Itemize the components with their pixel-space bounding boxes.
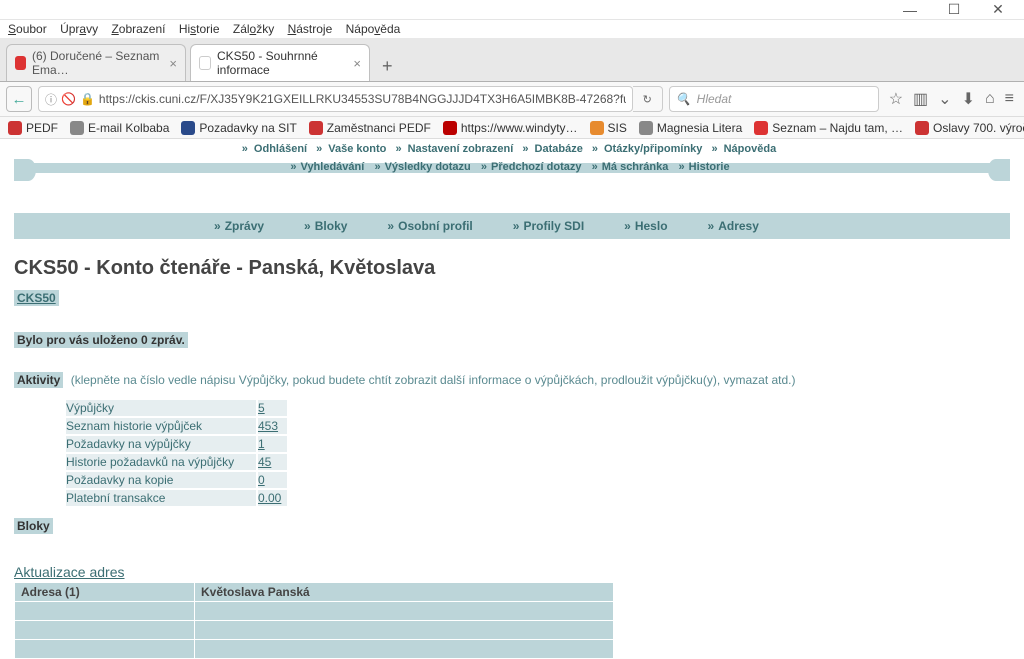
bookmark-item[interactable]: PEDF <box>8 121 58 135</box>
search-placeholder: Hledat <box>697 92 732 106</box>
browser-tab-1[interactable]: (6) Doručené – Seznam Ema… × <box>6 44 186 81</box>
bookmark-item[interactable]: Oslavy 700. výročí nar… <box>915 121 1024 135</box>
activities-table: Výpůjčky5 Seznam historie výpůjček453 Po… <box>64 398 289 508</box>
menu-tools[interactable]: Nástroje <box>288 22 333 36</box>
nav-ribbon: »Vyhledávání »Výsledky dotazu »Předchozí… <box>14 159 1010 183</box>
library-icon[interactable]: ▥ <box>913 89 928 109</box>
section-activities: Aktivity <box>14 372 63 388</box>
addr-value: Květoslava Panská <box>195 583 614 602</box>
favicon-icon <box>15 56 26 70</box>
page-title: CKS50 - Konto čtenáře - Panská, Květosla… <box>14 257 1010 280</box>
home-icon[interactable]: ⌂ <box>985 90 995 108</box>
menu-bookmarks[interactable]: Záložky <box>233 22 274 36</box>
bookmark-item[interactable]: Seznam – Najdu tam, … <box>754 121 903 135</box>
tab-addresses[interactable]: Adresy <box>718 219 759 233</box>
bookmark-item[interactable]: E-mail Kolbaba <box>70 121 169 135</box>
menu-history[interactable]: Historie <box>179 22 220 36</box>
cash-transactions-link[interactable]: 0.00 <box>258 491 281 505</box>
menu-help[interactable]: Nápověda <box>346 22 401 36</box>
window-titlebar: — ☐ ✕ <box>0 0 1024 20</box>
subnav-history[interactable]: Historie <box>689 161 730 173</box>
menu-file[interactable]: SSouboroubor <box>8 22 47 36</box>
tab-blocks[interactable]: Bloky <box>315 219 348 233</box>
page-content: »Odhlášení »Vaše konto »Nastavení zobraz… <box>0 139 1024 659</box>
nav-account[interactable]: Vaše konto <box>328 143 386 155</box>
table-row: Seznam historie výpůjček453 <box>66 418 287 434</box>
bookmark-item[interactable]: Zaměstnanci PEDF <box>309 121 431 135</box>
tab-profile[interactable]: Osobní profil <box>398 219 473 233</box>
info-icon[interactable]: ⓘ <box>45 91 57 108</box>
minimize-button[interactable]: — <box>888 0 932 20</box>
table-row: Výpůjčky5 <box>66 400 287 416</box>
library-code-link[interactable]: CKS50 <box>14 290 59 306</box>
browser-tabstrip: (6) Doručené – Seznam Ema… × CKS50 - Sou… <box>0 38 1024 82</box>
menu-view[interactable]: Zobrazení <box>111 22 165 36</box>
close-button[interactable]: ✕ <box>976 0 1020 20</box>
subnav-mailbox[interactable]: Má schránka <box>602 161 669 173</box>
subnav-search[interactable]: Vyhledávání <box>301 161 365 173</box>
app-menubar: SSouboroubor Úpravy Zobrazení Historie Z… <box>0 20 1024 38</box>
tab-sdi[interactable]: Profily SDI <box>523 219 584 233</box>
searchbox[interactable]: 🔍 Hledat <box>669 86 879 112</box>
menu-icon[interactable]: ≡ <box>1005 90 1014 108</box>
tab-password[interactable]: Heslo <box>635 219 668 233</box>
copy-requests-link[interactable]: 0 <box>258 473 265 487</box>
pocket-icon[interactable]: ⌄ <box>938 89 951 109</box>
nav-display[interactable]: Nastavení zobrazení <box>408 143 514 155</box>
table-row: Platební transakce0.00 <box>66 490 287 506</box>
bookmark-star-icon[interactable]: ☆ <box>889 89 903 109</box>
table-row: Požadavky na výpůjčky1 <box>66 436 287 452</box>
downloads-icon[interactable]: ⬇ <box>962 89 975 109</box>
address-table: Adresa (1)Květoslava Panská E-mail Od30/… <box>14 582 614 659</box>
messages-count: Bylo pro vás uloženo 0 zpráv. <box>14 332 188 348</box>
nav-logout[interactable]: Odhlášení <box>254 143 307 155</box>
reload-button[interactable]: ↻ <box>633 86 663 112</box>
account-tabs: »Zprávy »Bloky »Osobní profil »Profily S… <box>14 213 1010 239</box>
favicon-icon <box>199 56 211 70</box>
section-blocks: Bloky <box>14 518 53 534</box>
url-input[interactable] <box>99 92 626 106</box>
addr-label: Adresa (1) <box>15 583 195 602</box>
nav-help[interactable]: Nápověda <box>724 143 777 155</box>
new-tab-button[interactable]: + <box>374 56 401 81</box>
table-row: Požadavky na kopie0 <box>66 472 287 488</box>
hold-history-link[interactable]: 45 <box>258 455 271 469</box>
nav-database[interactable]: Databáze <box>535 143 583 155</box>
maximize-button[interactable]: ☐ <box>932 0 976 20</box>
bookmark-item[interactable]: Magnesia Litera <box>639 121 742 135</box>
bookmark-item[interactable]: https://www.windyty… <box>443 121 578 135</box>
toolbar: ← ⓘ 🚫 🔒 ↻ 🔍 Hledat ☆ ▥ ⌄ ⬇ ⌂ ≡ <box>0 82 1024 117</box>
tab-title: CKS50 - Souhrnné informace <box>217 49 347 77</box>
hold-requests-link[interactable]: 1 <box>258 437 265 451</box>
permission-icon[interactable]: 🚫 <box>61 92 76 106</box>
subnav-prev[interactable]: Předchozí dotazy <box>491 161 581 173</box>
browser-tab-2[interactable]: CKS50 - Souhrnné informace × <box>190 44 370 81</box>
tab-close-icon[interactable]: × <box>353 56 361 71</box>
nav-feedback[interactable]: Otázky/připomínky <box>604 143 702 155</box>
search-icon: 🔍 <box>676 92 691 106</box>
addressbar[interactable]: ⓘ 🚫 🔒 <box>38 86 633 112</box>
site-topnav: »Odhlášení »Vaše konto »Nastavení zobraz… <box>0 141 1024 157</box>
bookmarks-bar: PEDF E-mail Kolbaba Pozadavky na SIT Zam… <box>0 117 1024 139</box>
menu-edit[interactable]: Úpravy <box>60 22 98 36</box>
subnav-results[interactable]: Výsledky dotazu <box>385 161 471 173</box>
activities-hint: (klepněte na číslo vedle nápisu Výpůjčky… <box>71 373 796 387</box>
tab-title: (6) Doručené – Seznam Ema… <box>32 49 163 77</box>
address-update-link[interactable]: Aktualizace adres <box>14 564 125 580</box>
tab-messages[interactable]: Zprávy <box>225 219 264 233</box>
bookmark-item[interactable]: Pozadavky na SIT <box>181 121 296 135</box>
bookmark-item[interactable]: SIS <box>590 121 627 135</box>
lock-icon: 🔒 <box>80 92 95 106</box>
loans-count-link[interactable]: 5 <box>258 401 265 415</box>
tab-close-icon[interactable]: × <box>169 56 177 71</box>
back-button[interactable]: ← <box>6 86 32 112</box>
loan-history-link[interactable]: 453 <box>258 419 278 433</box>
table-row: Historie požadavků na výpůjčky45 <box>66 454 287 470</box>
